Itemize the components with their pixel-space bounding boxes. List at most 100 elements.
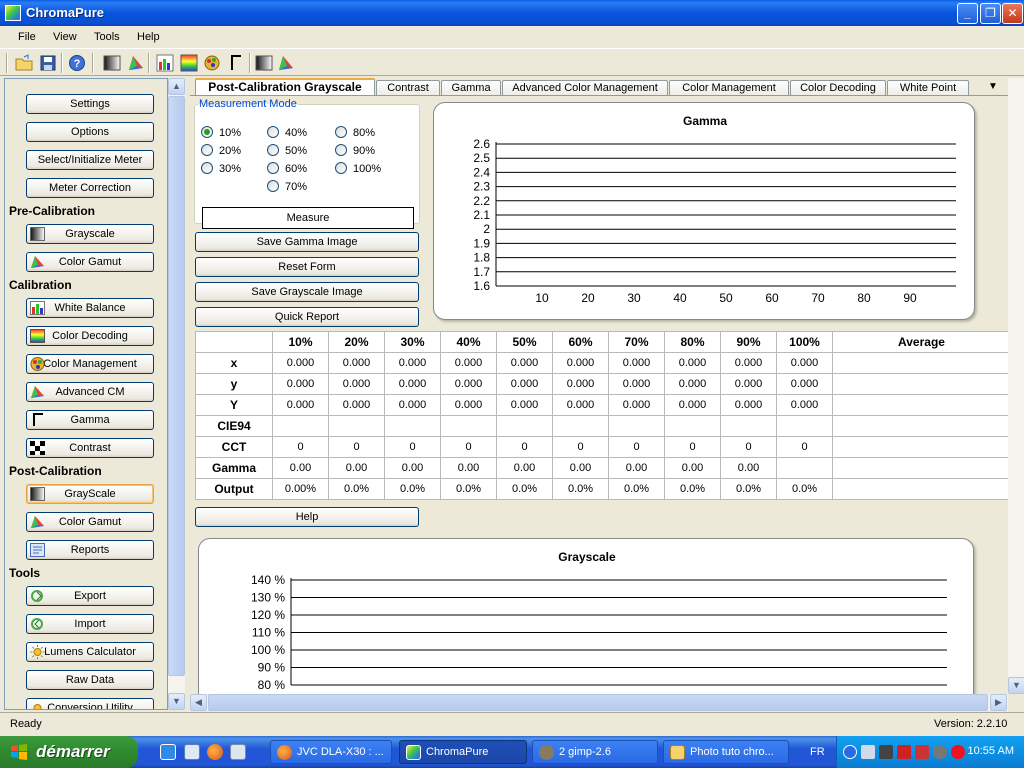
tab-post-calibration-grayscale[interactable]: Post-Calibration Grayscale — [195, 78, 375, 96]
task-jvc[interactable]: JVC DLA-X30 : ... — [270, 740, 392, 764]
start-button[interactable]: démarrer — [0, 736, 138, 768]
tab-white-point[interactable]: White Point — [887, 80, 969, 96]
save-icon[interactable] — [39, 54, 57, 72]
radio-70[interactable]: 70% — [267, 180, 307, 193]
radio-50[interactable]: 50% — [267, 144, 307, 157]
color-management-icon[interactable] — [203, 54, 221, 72]
volume-icon[interactable] — [933, 745, 947, 759]
steam-icon[interactable] — [879, 745, 893, 759]
horizontal-scrollbar[interactable]: ◀ ▶ — [190, 694, 1008, 711]
close-button[interactable]: ✕ — [1002, 3, 1023, 24]
gamma-chart-svg: Gamma 2.62.52.42.32.22.121.91.81.71.6 10 20… — [473, 114, 956, 305]
options-button[interactable]: Options — [26, 122, 154, 142]
reports-button[interactable]: Reports — [26, 540, 154, 560]
meter-correction-button[interactable]: Meter Correction — [26, 178, 154, 198]
export-button[interactable]: Export — [26, 586, 154, 606]
color-decoding-button[interactable]: Color Decoding — [26, 326, 154, 346]
main-scrollbar[interactable]: ▼ — [1008, 78, 1024, 694]
firefox-quicklaunch-icon[interactable] — [207, 744, 223, 760]
gamma-button[interactable]: Gamma — [26, 410, 154, 430]
scroll-right-arrow[interactable]: ▶ — [990, 694, 1007, 711]
color-management-button[interactable]: Color Management — [26, 354, 154, 374]
desktop-quicklaunch-icon[interactable] — [160, 744, 176, 760]
y-tick-label: 130 % — [251, 591, 285, 605]
scroll-up-arrow[interactable]: ▲ — [168, 78, 185, 95]
settings-button[interactable]: Settings — [26, 94, 154, 114]
measure-button[interactable]: Measure — [202, 207, 414, 229]
scroll-left-arrow[interactable]: ◀ — [190, 694, 207, 711]
tray-expand-icon[interactable] — [843, 745, 857, 759]
task-gimp[interactable]: 2 gimp-2.6 — [532, 740, 658, 764]
white-balance-label: White Balance — [54, 302, 126, 314]
save-gamma-image-button[interactable]: Save Gamma Image — [195, 232, 419, 252]
contrast-button[interactable]: Contrast — [26, 438, 154, 458]
group-post-calibration: Post-Calibration — [9, 464, 102, 478]
radio-80[interactable]: 80% — [335, 126, 375, 139]
radio-30[interactable]: 30% — [201, 162, 241, 175]
radio-10[interactable]: 10% — [201, 126, 241, 139]
gamma-icon[interactable] — [227, 54, 245, 72]
tab-color-decoding[interactable]: Color Decoding — [790, 80, 886, 96]
scroll-thumb[interactable] — [168, 96, 185, 676]
help-button[interactable]: Help — [195, 507, 419, 527]
task-chromapure[interactable]: ChromaPure — [399, 740, 527, 764]
calculator-quicklaunch-icon[interactable] — [230, 744, 246, 760]
post-grayscale-label: GrayScale — [64, 488, 116, 500]
x-tick-label: 60 — [765, 291, 779, 305]
grayscale-icon[interactable] — [103, 54, 121, 72]
select-meter-button[interactable]: Select/Initialize Meter — [26, 150, 154, 170]
color-gamut-icon[interactable] — [127, 54, 145, 72]
post-color-gamut-button[interactable]: Color Gamut — [26, 512, 154, 532]
scroll-down-arrow[interactable]: ▼ — [168, 693, 185, 710]
h-scroll-thumb[interactable] — [208, 694, 988, 711]
radio-100[interactable]: 100% — [335, 162, 381, 175]
explorer-quicklaunch-icon[interactable] — [184, 744, 200, 760]
conversion-utility-button[interactable]: Conversion Utility — [26, 698, 154, 709]
radio-20[interactable]: 20% — [201, 144, 241, 157]
task-photo-folder[interactable]: Photo tuto chro... — [663, 740, 789, 764]
menu-file[interactable]: File — [18, 31, 36, 43]
language-indicator[interactable]: FR — [810, 746, 825, 758]
tab-contrast[interactable]: Contrast — [376, 80, 440, 96]
tab-gamma[interactable]: Gamma — [441, 80, 501, 96]
radio-40[interactable]: 40% — [267, 126, 307, 139]
tab-color-management[interactable]: Color Management — [669, 80, 789, 96]
pre-color-gamut-button[interactable]: Color Gamut — [26, 252, 154, 272]
toolbar-separator — [148, 53, 150, 73]
import-icon — [31, 618, 43, 630]
post-grayscale-icon[interactable] — [255, 54, 273, 72]
post-grayscale-button[interactable]: GrayScale — [26, 484, 154, 504]
menu-view[interactable]: View — [53, 31, 77, 43]
tab-list-dropdown-icon[interactable]: ▼ — [988, 81, 998, 92]
raw-data-button[interactable]: Raw Data — [26, 670, 154, 690]
reset-form-button[interactable]: Reset Form — [195, 257, 419, 277]
maximize-button[interactable]: ❐ — [980, 3, 1001, 24]
tab-advanced-color-management[interactable]: Advanced Color Management — [502, 80, 668, 96]
advanced-cm-button[interactable]: Advanced CM — [26, 382, 154, 402]
menu-help[interactable]: Help — [137, 31, 160, 43]
pdf-icon[interactable] — [897, 745, 911, 759]
shield-icon[interactable] — [915, 745, 929, 759]
radio-90[interactable]: 90% — [335, 144, 375, 157]
white-balance-button[interactable]: White Balance — [26, 298, 154, 318]
sidebar-scrollbar[interactable]: ▲ ▼ — [168, 78, 185, 710]
table-cell — [552, 415, 609, 437]
menu-tools[interactable]: Tools — [94, 31, 120, 43]
quick-report-button[interactable]: Quick Report — [195, 307, 419, 327]
table-cell: 0.000 — [608, 394, 665, 416]
color-decoding-icon[interactable] — [180, 54, 198, 72]
table-cell: 0.00 — [384, 457, 441, 479]
scroll-down-arrow[interactable]: ▼ — [1008, 677, 1024, 694]
lumens-calculator-button[interactable]: Lumens Calculator — [26, 642, 154, 662]
import-button[interactable]: Import — [26, 614, 154, 634]
pre-grayscale-button[interactable]: Grayscale — [26, 224, 154, 244]
antivirus-icon[interactable] — [951, 745, 965, 759]
help-icon[interactable]: ? — [68, 54, 86, 72]
save-grayscale-image-button[interactable]: Save Grayscale Image — [195, 282, 419, 302]
network-icon[interactable] — [861, 745, 875, 759]
white-balance-icon[interactable] — [156, 54, 174, 72]
open-folder-icon[interactable] — [15, 54, 33, 72]
post-color-gamut-icon[interactable] — [277, 54, 295, 72]
minimize-button[interactable]: _ — [957, 3, 978, 24]
radio-60[interactable]: 60% — [267, 162, 307, 175]
